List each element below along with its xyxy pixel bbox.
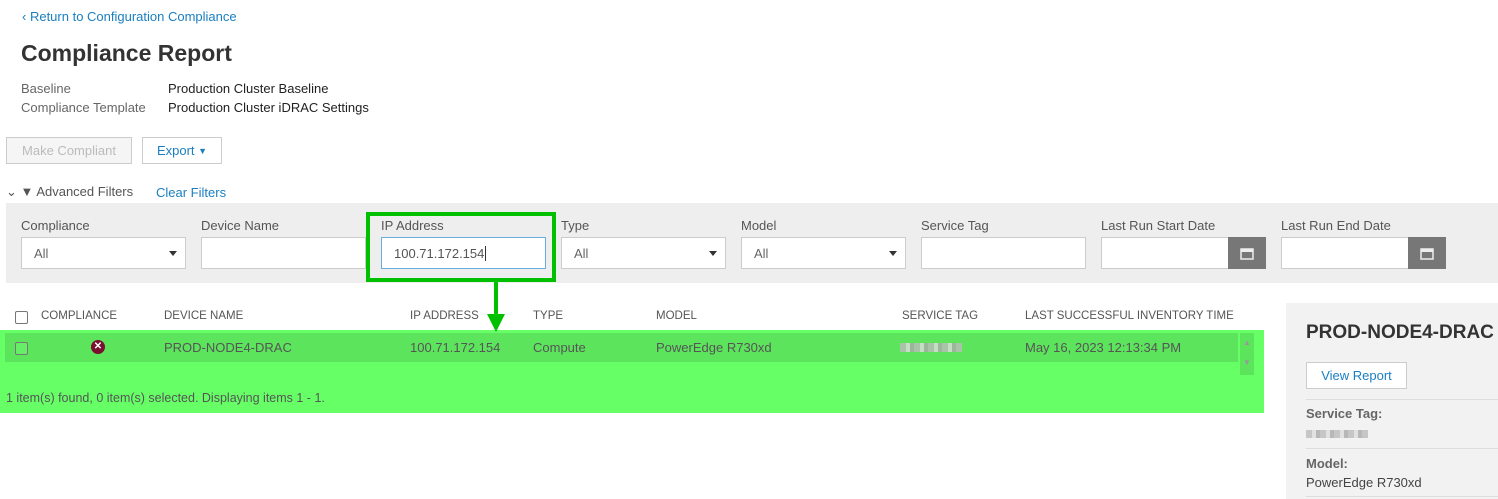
caret-down-icon: ▼ <box>198 145 208 156</box>
service-tag-input[interactable] <box>921 237 1086 269</box>
type-select[interactable]: All <box>561 237 726 269</box>
export-button[interactable]: Export ▼ <box>142 137 222 164</box>
column-header-model[interactable]: MODEL <box>656 310 697 322</box>
baseline-label: Baseline <box>21 81 71 96</box>
column-header-device-name[interactable]: DEVICE NAME <box>164 310 243 322</box>
chevron-down-icon: ⌄ <box>6 184 17 199</box>
row-checkbox[interactable] <box>15 342 28 355</box>
model-cell: PowerEdge R730xd <box>656 340 772 355</box>
compliance-filter-label: Compliance <box>21 218 90 233</box>
end-date-input[interactable] <box>1281 237 1409 269</box>
model-select[interactable]: All <box>741 237 906 269</box>
type-value: All <box>574 245 589 261</box>
detail-service-tag-redacted <box>1306 430 1368 438</box>
chevron-down-icon <box>709 251 717 256</box>
view-report-button[interactable]: View Report <box>1306 362 1407 389</box>
start-date-input[interactable] <box>1101 237 1229 269</box>
detail-model-value: PowerEdge R730xd <box>1306 475 1422 490</box>
column-header-service-tag[interactable]: SERVICE TAG <box>902 310 978 322</box>
advanced-filters-label: Advanced Filters <box>36 184 134 199</box>
calendar-icon[interactable] <box>1228 237 1266 269</box>
device-name-input[interactable] <box>201 237 366 269</box>
type-filter-label: Type <box>561 218 590 233</box>
model-value: All <box>754 245 769 261</box>
back-link[interactable]: ‹ Return to Configuration Compliance <box>22 9 237 24</box>
divider <box>1306 496 1498 497</box>
start-date-label: Last Run Start Date <box>1101 218 1216 233</box>
detail-service-tag-label: Service Tag: <box>1306 406 1383 421</box>
page-title: Compliance Report <box>21 40 232 66</box>
compliance-value: All <box>34 245 49 261</box>
annotation-arrow <box>487 280 505 332</box>
divider <box>1306 448 1498 449</box>
table-scrollbar[interactable]: ▲ ▼ <box>1240 333 1254 375</box>
column-header-compliance[interactable]: COMPLIANCE <box>41 310 117 322</box>
template-value: Production Cluster iDRAC Settings <box>168 100 369 115</box>
make-compliant-button[interactable]: Make Compliant <box>6 137 132 164</box>
clear-filters-link[interactable]: Clear Filters <box>156 185 226 200</box>
column-header-type[interactable]: TYPE <box>533 310 563 322</box>
calendar-icon[interactable] <box>1408 237 1446 269</box>
column-header-ip-address[interactable]: IP ADDRESS <box>410 310 479 322</box>
detail-model-label: Model: <box>1306 456 1348 471</box>
non-compliant-icon: ✕ <box>91 340 105 354</box>
chevron-down-icon <box>889 251 897 256</box>
export-label: Export <box>156 143 195 158</box>
end-date-label: Last Run End Date <box>1281 218 1391 233</box>
ip-address-cell: 100.71.172.154 <box>410 340 501 355</box>
model-filter-label: Model <box>741 218 777 233</box>
detail-title: PROD-NODE4-DRAC <box>1306 322 1494 343</box>
device-name-filter-label: Device Name <box>201 218 280 233</box>
baseline-value: Production Cluster Baseline <box>168 81 329 96</box>
divider <box>1306 399 1498 400</box>
type-cell: Compute <box>533 340 586 355</box>
annotation-highlight-box <box>366 212 556 282</box>
service-tag-filter-label: Service Tag <box>921 218 989 233</box>
column-header-inventory-time[interactable]: LAST SUCCESSFUL INVENTORY TIME <box>1025 310 1234 322</box>
service-tag-cell-redacted <box>900 343 962 352</box>
filter-icon: ▼ <box>20 184 34 199</box>
chevron-left-icon: ‹ <box>22 9 30 24</box>
compliance-select[interactable]: All <box>21 237 186 269</box>
inventory-time-cell: May 16, 2023 12:13:34 PM <box>1025 340 1182 355</box>
advanced-filters-toggle[interactable]: ⌄ ▼ Advanced Filters <box>6 184 133 200</box>
template-label: Compliance Template <box>21 100 146 115</box>
caret-down-icon <box>169 251 177 256</box>
device-name-cell[interactable]: PROD-NODE4-DRAC <box>164 340 292 355</box>
select-all-checkbox[interactable] <box>15 311 28 324</box>
table-footer-status: 1 item(s) found, 0 item(s) selected. Dis… <box>6 391 325 405</box>
